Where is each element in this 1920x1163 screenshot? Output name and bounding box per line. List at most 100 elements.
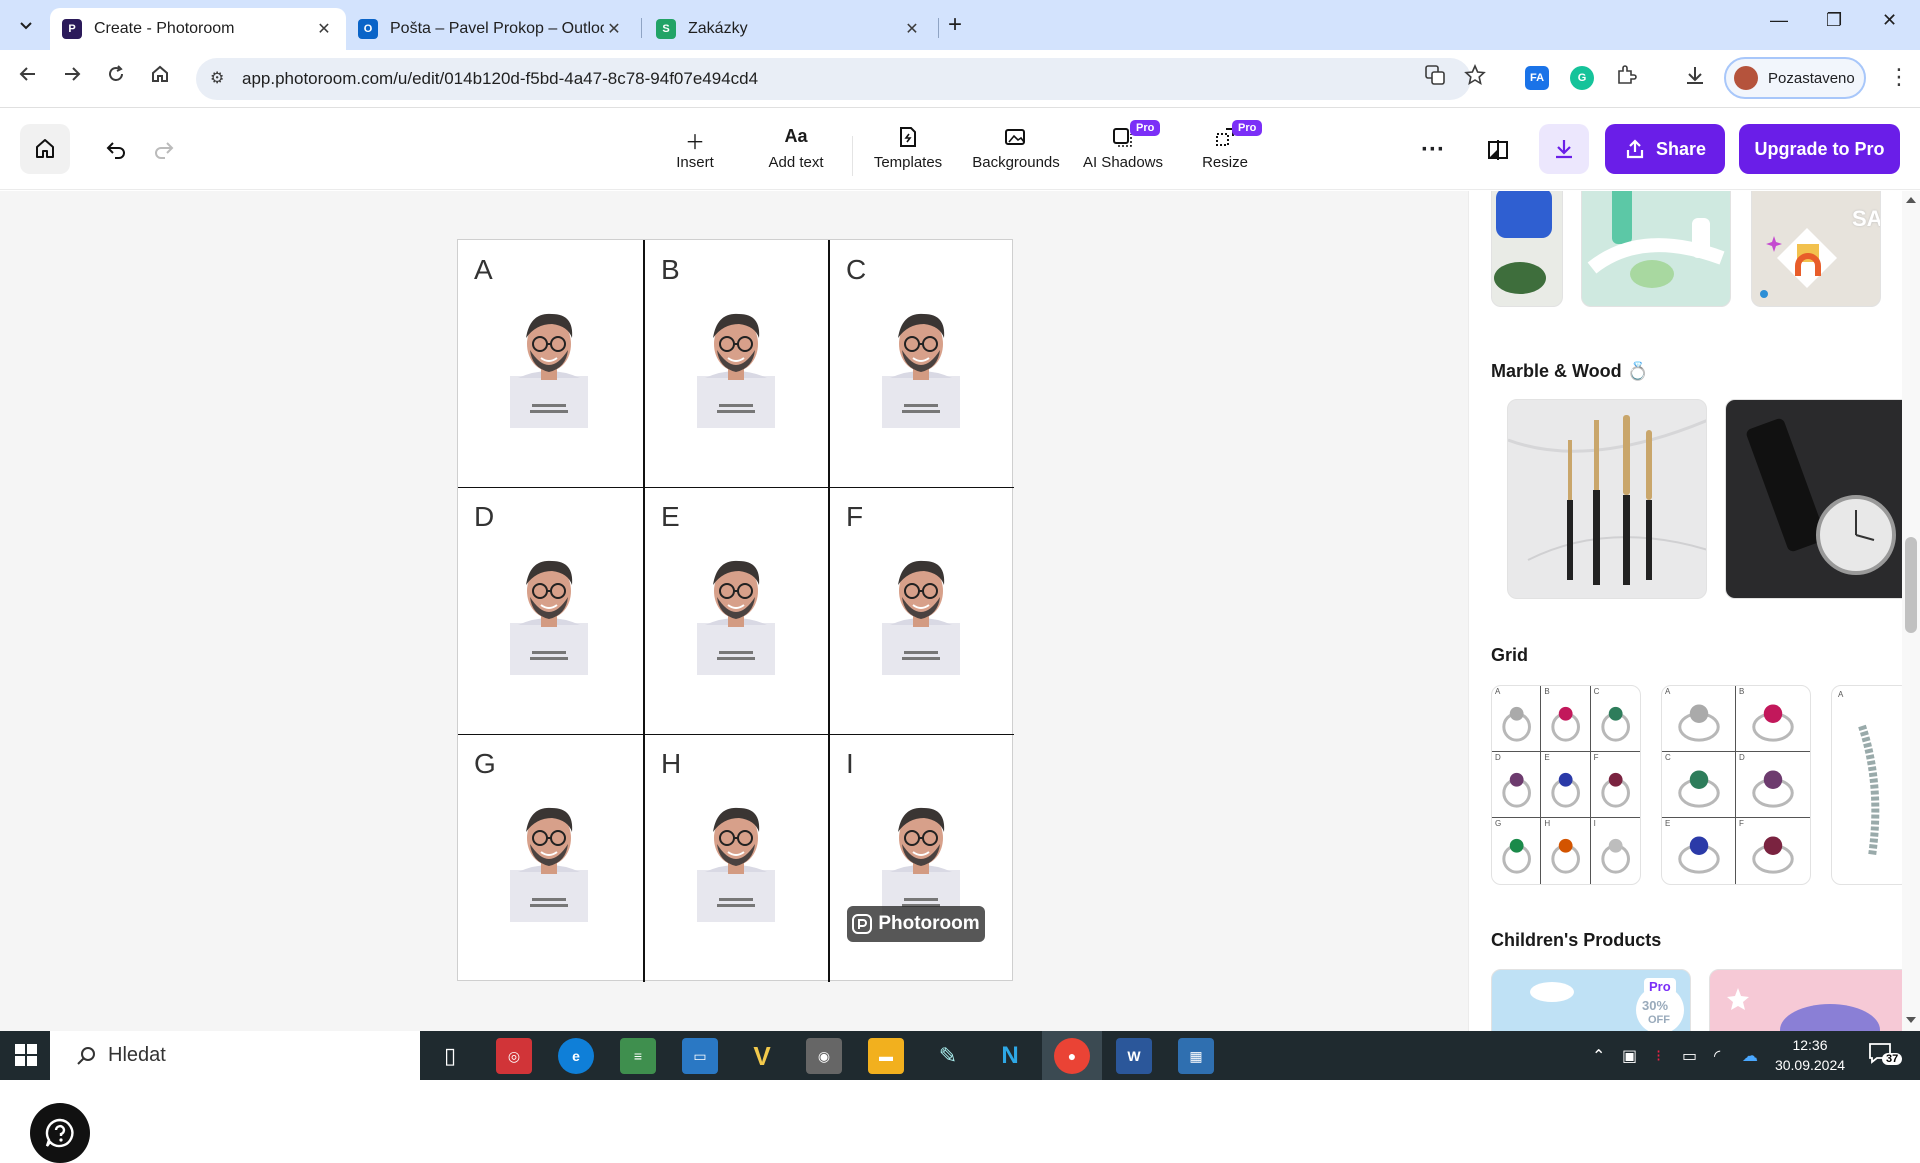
edge-icon[interactable]: e bbox=[558, 1038, 594, 1074]
scroll-up-icon[interactable] bbox=[1906, 195, 1916, 203]
template-thumbnail-grid-rings[interactable]: A B C D E F G H I bbox=[1491, 685, 1641, 885]
portrait-photo[interactable] bbox=[508, 553, 590, 675]
grid-cell[interactable]: H bbox=[645, 734, 830, 981]
battery-icon[interactable]: ▭ bbox=[1682, 1046, 1697, 1066]
download-icon[interactable] bbox=[1684, 64, 1706, 92]
insert-button[interactable]: ＋ Insert bbox=[670, 126, 720, 171]
portrait-photo[interactable] bbox=[880, 306, 962, 428]
tab-search-button[interactable] bbox=[12, 11, 40, 39]
taskbar-clock[interactable]: 12:36 30.09.2024 bbox=[1770, 1035, 1850, 1075]
close-tab-icon[interactable]: ✕ bbox=[314, 19, 334, 39]
tab-outlook[interactable]: O Pošta – Pavel Prokop – Outlook ✕ bbox=[346, 8, 636, 50]
portrait-photo[interactable] bbox=[880, 800, 962, 922]
chrome-icon[interactable]: ● bbox=[1054, 1038, 1090, 1074]
onedrive-cloud-icon[interactable]: ☁ bbox=[1742, 1046, 1758, 1066]
camera-icon[interactable]: ◉ bbox=[806, 1038, 842, 1074]
close-window-icon[interactable]: ✕ bbox=[1882, 10, 1897, 31]
grid-cell[interactable]: F bbox=[830, 487, 1015, 734]
grid-cell[interactable]: C bbox=[830, 240, 1015, 487]
app-icon-green[interactable]: ≡ bbox=[620, 1038, 656, 1074]
portrait-photo[interactable] bbox=[508, 306, 590, 428]
task-view-icon[interactable]: ▯ bbox=[432, 1038, 468, 1074]
template-thumbnail-bracelet[interactable]: A bbox=[1831, 685, 1911, 885]
tab-photoroom[interactable]: P Create - Photoroom ✕ bbox=[50, 8, 346, 50]
portrait-photo[interactable] bbox=[695, 800, 777, 922]
app-icon-n[interactable]: N bbox=[992, 1038, 1028, 1074]
redo-icon[interactable] bbox=[152, 138, 176, 167]
template-thumbnail-watch[interactable] bbox=[1725, 399, 1920, 599]
templates-button[interactable]: Templates bbox=[870, 126, 946, 171]
grid-cell[interactable]: I bbox=[830, 734, 1015, 981]
tray-chevron-up-icon[interactable]: ⌃ bbox=[1592, 1046, 1605, 1066]
app-icon-blue[interactable]: ▭ bbox=[682, 1038, 718, 1074]
minimize-icon[interactable]: — bbox=[1770, 10, 1788, 31]
template-thumbnail-grid-rings-2[interactable]: A B C D E F bbox=[1661, 685, 1811, 885]
undo-icon[interactable] bbox=[104, 138, 128, 167]
share-button[interactable]: Share bbox=[1605, 124, 1725, 174]
fa-extension-icon[interactable]: FA bbox=[1525, 66, 1549, 90]
reload-icon[interactable] bbox=[106, 64, 126, 90]
url-field[interactable]: ⚙ app.photoroom.com/u/edit/014b120d-f5bd… bbox=[196, 58, 1471, 100]
extensions-puzzle-icon[interactable] bbox=[1615, 64, 1637, 92]
resize-button[interactable]: Resize Pro bbox=[1202, 120, 1263, 171]
template-thumbnail-children-2[interactable] bbox=[1709, 969, 1919, 1031]
portrait-photo[interactable] bbox=[695, 306, 777, 428]
profile-button[interactable]: Pozastaveno bbox=[1724, 57, 1866, 99]
notifications-button[interactable]: 37 bbox=[1868, 1041, 1903, 1071]
portrait-photo[interactable] bbox=[508, 800, 590, 922]
more-options-icon[interactable]: ··· bbox=[1421, 136, 1445, 164]
scrollbar-thumb[interactable] bbox=[1905, 537, 1917, 633]
template-thumbnail[interactable]: SALE bbox=[1751, 191, 1881, 307]
scroll-down-icon[interactable] bbox=[1906, 1017, 1916, 1025]
windows-start-icon[interactable] bbox=[14, 1043, 38, 1072]
back-arrow-icon[interactable] bbox=[18, 64, 38, 90]
tray-device-icon[interactable]: ▣ bbox=[1622, 1046, 1637, 1066]
design-canvas[interactable]: A B C D E F G H I Photoroom bbox=[457, 239, 1015, 982]
canvas-area[interactable]: A B C D E F G H I Photoroom bbox=[0, 191, 1468, 1163]
app-home-button[interactable] bbox=[20, 124, 70, 174]
template-thumbnail[interactable] bbox=[1491, 191, 1563, 307]
grid-cell-letter: G bbox=[1495, 819, 1502, 828]
calculator-icon[interactable]: ▦ bbox=[1178, 1038, 1214, 1074]
portrait-photo[interactable] bbox=[880, 553, 962, 675]
maximize-icon[interactable]: ❐ bbox=[1826, 10, 1842, 31]
compare-icon[interactable] bbox=[1486, 138, 1510, 167]
tab-zakazky[interactable]: S Zakázky ✕ bbox=[644, 8, 934, 50]
grid-cell[interactable]: B bbox=[645, 240, 830, 487]
translate-icon[interactable] bbox=[1424, 64, 1446, 92]
word-icon[interactable]: W bbox=[1116, 1038, 1152, 1074]
file-explorer-icon[interactable]: ▬ bbox=[868, 1038, 904, 1074]
site-settings-icon[interactable]: ⚙ bbox=[210, 68, 224, 88]
forward-arrow-icon[interactable] bbox=[62, 64, 82, 90]
grammarly-extension-icon[interactable]: G bbox=[1570, 66, 1594, 90]
backgrounds-button[interactable]: Backgrounds bbox=[970, 126, 1062, 171]
grid-cell-letter: E bbox=[1544, 753, 1550, 762]
add-text-button[interactable]: Aa Add text bbox=[764, 126, 828, 171]
close-tab-icon[interactable]: ✕ bbox=[902, 19, 922, 39]
grid-cell[interactable]: G bbox=[458, 734, 643, 981]
template-thumbnail-children-1[interactable]: Pro 30% OFF bbox=[1491, 969, 1691, 1031]
download-button[interactable] bbox=[1539, 124, 1589, 174]
wifi-icon[interactable]: ◜ bbox=[1714, 1046, 1720, 1066]
home-icon[interactable] bbox=[150, 64, 170, 90]
cell-letter: F bbox=[846, 501, 864, 532]
app-icon-red[interactable]: ◎ bbox=[496, 1038, 532, 1074]
bookmark-star-icon[interactable] bbox=[1464, 63, 1486, 92]
taskbar-search-field[interactable]: Hledat bbox=[50, 1031, 420, 1080]
app-icon-v[interactable]: V bbox=[744, 1038, 780, 1074]
grid-thumb-cell: C bbox=[1590, 686, 1640, 752]
upgrade-to-pro-button[interactable]: Upgrade to Pro bbox=[1739, 124, 1900, 174]
grid-cell[interactable]: D bbox=[458, 487, 643, 734]
tray-alert-icon[interactable]: ⁝ bbox=[1656, 1046, 1661, 1066]
grid-cell[interactable]: E bbox=[645, 487, 830, 734]
close-tab-icon[interactable]: ✕ bbox=[604, 19, 624, 39]
portrait-photo[interactable] bbox=[695, 553, 777, 675]
help-button[interactable] bbox=[30, 1103, 90, 1163]
browser-menu-icon[interactable]: ⋮ bbox=[1888, 64, 1910, 90]
ai-shadows-button[interactable]: AI Shadows Pro bbox=[1082, 120, 1164, 171]
grid-cell[interactable]: A bbox=[458, 240, 643, 487]
paint-icon[interactable]: ✎ bbox=[930, 1038, 966, 1074]
template-thumbnail-cutlery[interactable] bbox=[1507, 399, 1707, 599]
new-tab-button[interactable]: + bbox=[948, 11, 962, 39]
template-thumbnail[interactable] bbox=[1581, 191, 1731, 307]
